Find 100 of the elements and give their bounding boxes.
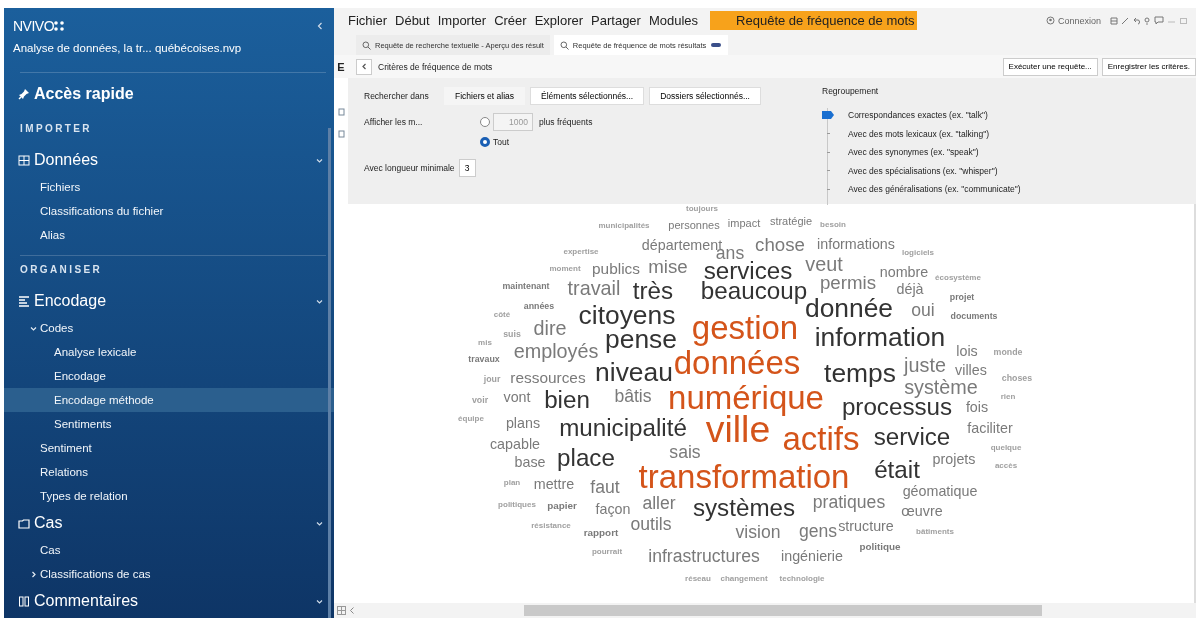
- menu-item[interactable]: Créer: [490, 11, 531, 30]
- sidebar-item[interactable]: Alias: [4, 223, 334, 247]
- scrollbar-thumb[interactable]: [524, 605, 1042, 616]
- field-label: Rechercher dans: [364, 91, 430, 101]
- cloud-word: mettre: [533, 476, 575, 492]
- cloud-word: dire: [533, 319, 567, 339]
- scope-button[interactable]: Éléments sélectionnés...: [530, 87, 645, 105]
- cloud-word: municipalité: [559, 415, 687, 441]
- menu-item[interactable]: Partager: [587, 11, 645, 30]
- cloud-word: besoin: [820, 221, 846, 229]
- radio-button[interactable]: [480, 137, 490, 147]
- cloud-word: permis: [819, 273, 877, 293]
- cloud-word: expertise: [563, 248, 599, 256]
- cloud-word: écosystème: [935, 274, 981, 282]
- grid-icon[interactable]: [336, 606, 346, 615]
- sidebar-item[interactable]: Encodage méthode: [4, 388, 334, 412]
- cloud-word: réseau: [685, 575, 711, 583]
- collapse-icon[interactable]: [316, 21, 324, 31]
- cloud-word: nombre: [879, 264, 929, 280]
- cloud-word: bien: [544, 387, 590, 413]
- undo-icon[interactable]: [1132, 16, 1140, 25]
- cloud-word: travaux: [468, 354, 500, 364]
- collapse-button[interactable]: [356, 58, 372, 75]
- sidebar-item[interactable]: Fichiers: [4, 175, 334, 199]
- cloud-word: projet: [949, 292, 975, 302]
- user-icon[interactable]: [1045, 16, 1055, 25]
- cloud-word: quelque: [990, 444, 1022, 452]
- grid-icon: [18, 154, 30, 166]
- quick-access-label[interactable]: Accès rapide: [34, 85, 134, 103]
- grouping-option[interactable]: Correspondances exactes (ex. "talk"): [848, 110, 988, 121]
- scope-button[interactable]: Fichiers et alias: [444, 87, 526, 105]
- cloud-word: documents: [950, 311, 998, 321]
- project-name: Analyse de données, la tr... québécoises.nvp: [12, 41, 243, 56]
- sidebar-item[interactable]: Codes: [4, 316, 334, 340]
- cloud-word: jour: [483, 374, 501, 384]
- sign-in-link[interactable]: Connexion: [1057, 15, 1101, 26]
- cloud-word: information: [814, 323, 946, 351]
- cloud-word: pourrait: [591, 548, 623, 556]
- sidebar-item[interactable]: Classifications du fichier: [4, 199, 334, 223]
- cloud-word: mise: [648, 257, 688, 277]
- scroll-left-icon[interactable]: [348, 606, 356, 615]
- ribbon-icon[interactable]: [1110, 16, 1118, 25]
- sidebar-item[interactable]: Cas: [4, 538, 334, 562]
- grouping-option[interactable]: Avec des spécialisations (ex. "whisper"): [848, 165, 998, 176]
- cloud-word: gestion: [691, 310, 799, 344]
- cloud-word: était: [874, 457, 920, 483]
- sidebar-item[interactable]: Sentiments: [4, 412, 334, 436]
- cloud-word: côté: [493, 311, 511, 319]
- menu-item[interactable]: Explorer: [530, 11, 588, 30]
- cloud-word: stratégie: [769, 215, 813, 227]
- cloud-word: capable: [489, 436, 541, 452]
- slider-thumb[interactable]: [822, 111, 834, 120]
- sidebar-item[interactable]: Analyse lexicale: [4, 340, 334, 364]
- scope-button[interactable]: Dossiers sélectionnés...: [649, 87, 761, 105]
- page-icon[interactable]: [337, 108, 345, 116]
- scrollbar[interactable]: [328, 128, 331, 618]
- context-tab[interactable]: Requête de fréquence de mots: [710, 11, 918, 30]
- cloud-word: choses: [1001, 373, 1033, 383]
- sidebar-item[interactable]: Sentiment: [4, 436, 334, 460]
- cloud-word: citoyens: [578, 301, 676, 329]
- cloud-word: personnes: [668, 219, 720, 231]
- menu-item[interactable]: Modules: [644, 11, 703, 30]
- group-label[interactable]: Encodage: [34, 292, 107, 310]
- menu-item[interactable]: Début: [391, 11, 434, 30]
- length-field[interactable]: 3: [458, 159, 476, 177]
- page-icon[interactable]: [337, 130, 345, 138]
- cloud-word: place: [557, 445, 615, 471]
- cloud-word: rapport: [583, 528, 619, 538]
- cloud-word: aller: [642, 495, 676, 513]
- search-icon: [559, 40, 569, 50]
- group-label[interactable]: Cas: [34, 514, 63, 532]
- cloud-word: équipe: [458, 415, 484, 423]
- grouping-option[interactable]: Avec des mots lexicaux (ex. "talking"): [848, 128, 989, 139]
- sidebar-item[interactable]: Types de relation: [4, 484, 334, 508]
- caret-icon[interactable]: [359, 62, 369, 71]
- cloud-word: mis: [478, 339, 492, 347]
- cloud-word: ingénierie: [781, 548, 843, 564]
- cloud-word: gens: [798, 523, 838, 541]
- grouping-option[interactable]: Avec des généralisations (ex. "communicate"): [848, 184, 1021, 195]
- cloud-word: pratiques: [812, 494, 886, 512]
- cloud-word: infrastructures: [648, 548, 760, 566]
- menu-item[interactable]: Importer: [433, 11, 491, 30]
- menu-item[interactable]: Fichier: [344, 11, 391, 30]
- cloud-word: géomatique: [902, 483, 978, 499]
- toolbar-button[interactable]: Enregistrer les critères.: [1101, 57, 1196, 76]
- grouping-option[interactable]: Avec des synonymes (ex. "speak"): [848, 147, 979, 158]
- sidebar-item[interactable]: Encodage: [4, 364, 334, 388]
- option-label: Tout: [493, 137, 510, 147]
- folder-icon: [18, 517, 30, 529]
- toolbar-button[interactable]: Exécuter une requête...: [1002, 57, 1098, 76]
- comment-icon[interactable]: [1154, 16, 1164, 25]
- section-label: IMPORTER: [19, 122, 93, 136]
- group-label[interactable]: Commentaires: [34, 592, 139, 610]
- sidebar-item[interactable]: Classifications de cas: [4, 562, 334, 586]
- cloud-word: accès: [994, 462, 1018, 470]
- group-label[interactable]: Données: [34, 151, 99, 169]
- pen-icon[interactable]: [1121, 16, 1129, 25]
- cloud-word: toujours: [686, 205, 718, 213]
- cloud-word: ressources: [510, 370, 586, 386]
- sidebar-item[interactable]: Relations: [4, 460, 334, 484]
